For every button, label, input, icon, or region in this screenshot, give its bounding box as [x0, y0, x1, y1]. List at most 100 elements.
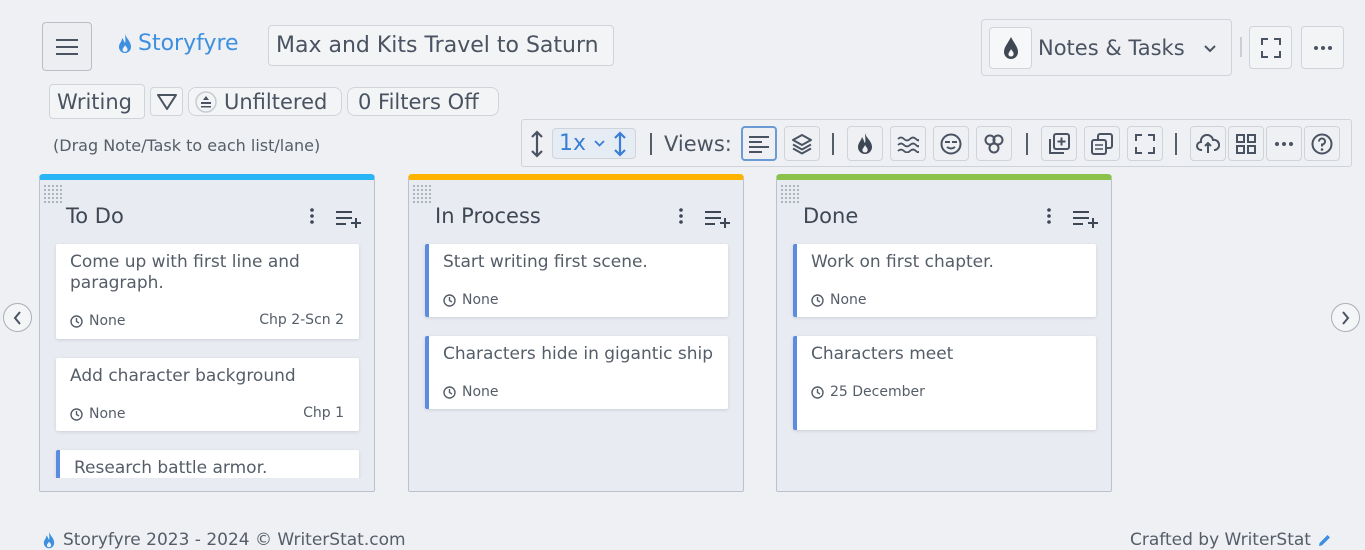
task-card[interactable]: Work on first chapter. None [793, 244, 1096, 317]
header-divider [1240, 37, 1242, 57]
task-card[interactable]: Characters hide in gigantic ship None [425, 336, 728, 409]
kebab-icon[interactable] [310, 208, 314, 224]
layers-icon [792, 133, 812, 154]
unfiltered-toggle[interactable]: Unfiltered [188, 87, 342, 116]
column-todo: To Do Come up with first line and paragr… [39, 174, 375, 492]
task-card[interactable]: Come up with first line and paragraph. N… [56, 244, 359, 339]
card-title: Research battle armor. [74, 458, 268, 478]
pencil-icon [1318, 534, 1330, 546]
clock-icon [443, 385, 456, 399]
fullscreen-button[interactable] [1249, 26, 1292, 69]
card-title: Add character background [70, 366, 296, 386]
add-note-button[interactable] [1041, 126, 1077, 161]
mode-selector[interactable]: Writing [49, 84, 145, 119]
project-title[interactable]: Max and Kits Travel to Saturn [268, 25, 614, 66]
column-title: To Do [66, 204, 124, 228]
clock-icon [70, 407, 83, 421]
vertical-arrows-icon[interactable] [530, 130, 544, 158]
waves-icon [897, 136, 919, 153]
card-title: Characters hide in gigantic ship [443, 344, 714, 364]
flame-icon [43, 531, 55, 548]
view-storyfyre-button[interactable] [847, 126, 883, 161]
grid-view-button[interactable] [1228, 126, 1264, 161]
card-reference: Chp 2-Scn 2 [259, 312, 344, 328]
clock-icon [70, 314, 83, 328]
card-date: None [443, 384, 499, 400]
drag-handle[interactable] [43, 184, 63, 204]
clock-icon [443, 293, 456, 307]
vertical-arrows-icon [614, 130, 626, 157]
card-date-text: None [462, 384, 499, 400]
view-layers-button[interactable] [784, 126, 820, 161]
card-title: Come up with first line and paragraph. [70, 252, 300, 293]
task-card[interactable]: Characters meet 25 December [793, 336, 1096, 430]
view-list-button[interactable] [741, 126, 777, 161]
speed-value: 1x [559, 131, 587, 156]
more-options-button[interactable] [1301, 26, 1344, 69]
card-date-text: None [89, 406, 126, 422]
help-button[interactable] [1304, 126, 1340, 161]
unfiltered-label: Unfiltered [224, 89, 328, 114]
scroll-right-button[interactable] [1331, 303, 1360, 332]
copy-icon [1091, 132, 1113, 155]
blocks-icon [984, 134, 1004, 153]
card-date: None [811, 292, 867, 308]
footer-copyright: Storyfyre 2023 - 2024 © WriterStat.com [41, 530, 406, 550]
playlist-add-icon[interactable] [336, 210, 362, 228]
notes-tasks-label: Notes & Tasks [1038, 36, 1185, 60]
face-icon [940, 133, 962, 154]
column-title: In Process [435, 204, 541, 228]
drag-handle[interactable] [780, 184, 800, 204]
align-left-icon [749, 135, 769, 153]
speed-selector[interactable]: 1x [552, 128, 636, 159]
card-list: Come up with first line and paragraph. N… [40, 238, 374, 478]
card-list: Start writing first scene. None Characte… [409, 238, 743, 478]
drag-handle[interactable] [412, 184, 432, 204]
toolbar-divider [650, 133, 652, 155]
toolbar-more-button[interactable] [1266, 126, 1302, 161]
more-horizontal-icon [1313, 45, 1332, 50]
filters-off-button[interactable]: 0 Filters Off [347, 87, 499, 116]
column-in-process: In Process Start writing first scene. No… [408, 174, 744, 492]
scroll-left-button[interactable] [3, 303, 32, 332]
cloud-sync-icon [1196, 133, 1220, 153]
flame-icon [858, 132, 872, 154]
task-card[interactable]: Start writing first scene. None [425, 244, 728, 317]
kebab-icon[interactable] [1047, 208, 1051, 224]
drag-hint: (Drag Note/Task to each list/lane) [53, 136, 321, 155]
task-card[interactable]: Research battle armor. [56, 450, 359, 478]
view-characters-button[interactable] [933, 126, 969, 161]
view-elements-button[interactable] [976, 126, 1012, 161]
task-card[interactable]: Add character background None Chp 1 [56, 358, 359, 431]
brand-logo[interactable]: Storyfyre [116, 31, 239, 56]
card-date-text: None [462, 292, 499, 308]
copy-button[interactable] [1084, 126, 1120, 161]
unfiltered-icon [195, 90, 217, 113]
views-label: Views: [664, 132, 732, 156]
card-title: Characters meet [811, 344, 954, 364]
notes-tasks-selector[interactable]: Notes & Tasks [981, 19, 1232, 76]
views-toolbar: 1x Views: [521, 119, 1352, 167]
playlist-add-icon[interactable] [1073, 210, 1099, 228]
cloud-sync-button[interactable] [1190, 126, 1226, 161]
filter-icon [156, 93, 177, 110]
card-list: Work on first chapter. None Characters m… [777, 238, 1111, 478]
card-date-text: None [830, 292, 867, 308]
playlist-add-icon[interactable] [705, 210, 731, 228]
footer-credit-text: Crafted by WriterStat [1130, 530, 1311, 550]
menu-icon [56, 38, 78, 55]
toolbar-fullscreen-button[interactable] [1127, 126, 1163, 161]
toolbar-divider [832, 133, 834, 155]
kebab-icon[interactable] [679, 208, 683, 224]
card-date-text: None [89, 313, 126, 329]
footer-credit[interactable]: Crafted by WriterStat [1130, 530, 1332, 550]
menu-button[interactable] [42, 22, 92, 71]
brand-name: Storyfyre [138, 31, 239, 56]
toolbar-divider [1026, 133, 1028, 155]
chevron-down-icon [594, 140, 605, 147]
filter-button[interactable] [150, 87, 183, 116]
view-waves-button[interactable] [890, 126, 926, 161]
chevron-down-icon [1204, 45, 1216, 53]
drop-icon [989, 27, 1032, 69]
card-date-text: 25 December [830, 384, 925, 400]
